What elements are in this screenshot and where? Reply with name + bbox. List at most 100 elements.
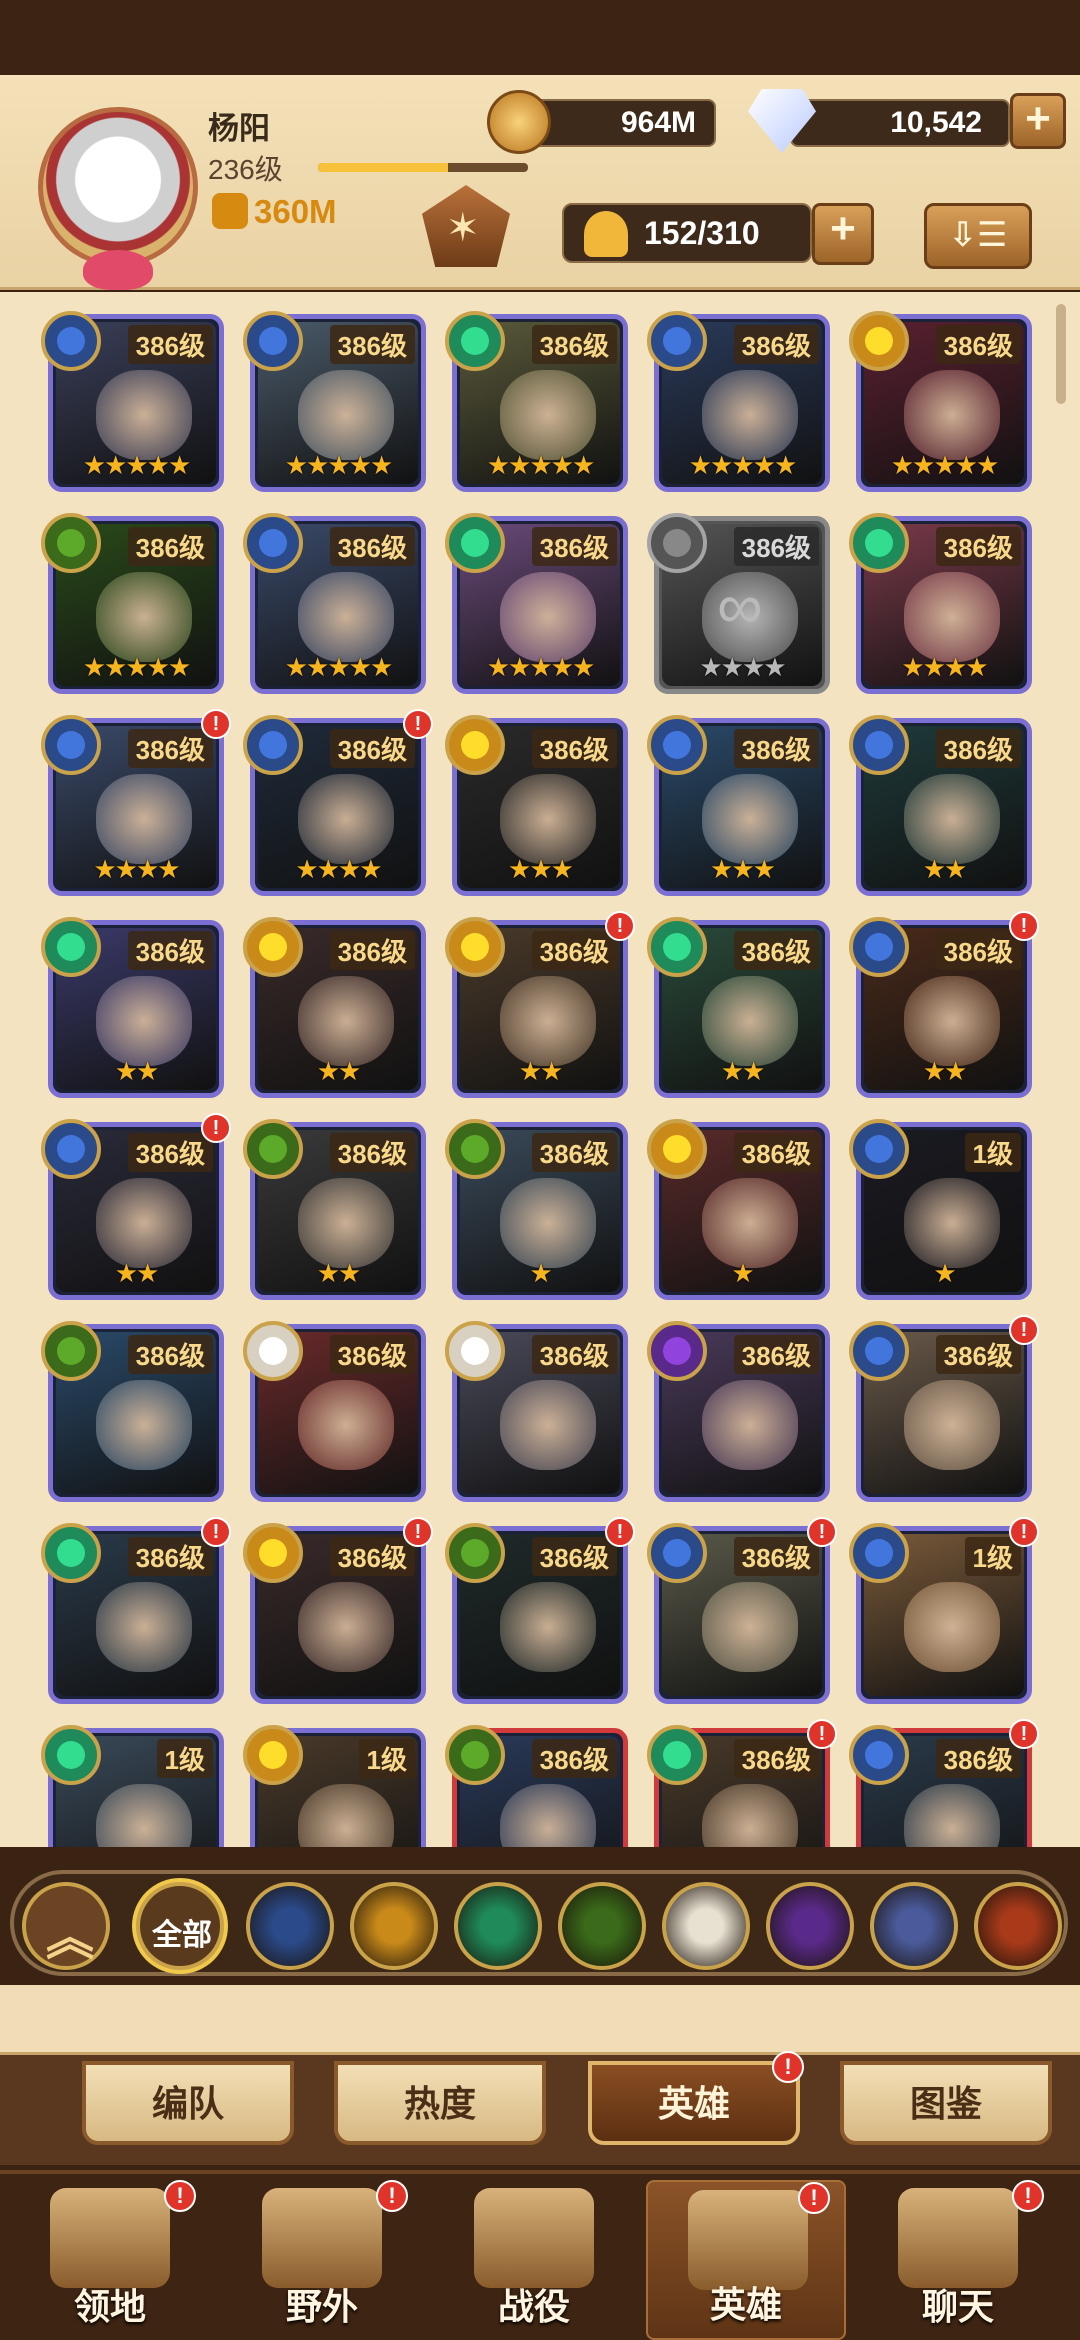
nav-item-0[interactable]: 领地! <box>10 2180 210 2340</box>
scrollbar[interactable] <box>1056 304 1066 404</box>
hero-stars: ★ <box>731 1258 754 1288</box>
hero-grid[interactable]: 386级 ★★★★★ 386级 ★★★★★ 386级 ★★★★★ 386级 ★★★★★ 386级… <box>0 292 1080 1847</box>
hero-card[interactable]: 386级 ★★★★! <box>243 709 433 896</box>
hero-card[interactable]: 386级 ★★ <box>243 917 426 1098</box>
hero-emblem-button[interactable]: ✶ <box>422 185 510 267</box>
combat-power: 360M <box>212 193 337 231</box>
hero-stars: ★★★★★ <box>688 450 798 480</box>
hero-card[interactable]: 386级 ★★★★★ <box>41 311 224 492</box>
subtab-2[interactable]: 英雄! <box>588 2051 804 2145</box>
hero-card[interactable]: 386级! <box>647 1719 837 1847</box>
hero-card[interactable]: 386级 ★★! <box>41 1113 231 1300</box>
hero-card[interactable]: 386级 ★★★★! <box>41 709 231 896</box>
hero-card[interactable]: 386级 ★★ <box>243 1119 426 1300</box>
hero-level: 386级 <box>733 527 819 566</box>
hero-card[interactable]: 1级! <box>849 1517 1039 1704</box>
hero-card[interactable]: 386级 ★★★★★ <box>647 311 830 492</box>
filter-dimensional-button[interactable] <box>870 1882 958 1970</box>
expand-slots-button[interactable]: + <box>812 203 874 265</box>
filter-mauler-button[interactable] <box>350 1882 438 1970</box>
hero-face <box>298 572 394 662</box>
hero-card[interactable]: ∞ 386级 ★★★★ <box>647 513 830 694</box>
hero-level: 386级 <box>935 1335 1021 1374</box>
hero-face <box>298 1380 394 1470</box>
hero-level: 386级 <box>329 527 415 566</box>
hero-level: 386级 <box>127 527 213 566</box>
hero-card[interactable]: 386级 ★★★★ <box>849 513 1032 694</box>
faction-icon <box>41 715 101 775</box>
hero-card[interactable]: 386级 ★★★ <box>445 715 628 896</box>
hero-level: 386级 <box>733 931 819 970</box>
hero-card[interactable]: 386级! <box>243 1517 433 1704</box>
player-header: 杨阳 236级 360M 964M 10,542 + ✶ 152/310 + ⇩… <box>0 75 1080 290</box>
gold-coin-icon <box>487 90 551 154</box>
subtab-0[interactable]: 编队 <box>82 2061 294 2145</box>
hero-card[interactable]: 386级 ★★★★★ <box>243 513 426 694</box>
player-name: 杨阳 <box>208 111 270 146</box>
hero-card[interactable]: 1级 <box>243 1725 426 1847</box>
filter-graveborn-button[interactable] <box>558 1882 646 1970</box>
hero-card[interactable]: 386级 ★★★★★ <box>445 311 628 492</box>
hero-card[interactable]: 386级 ★★★★★ <box>849 311 1032 492</box>
hero-card[interactable]: 386级 ★★ <box>647 917 830 1098</box>
hero-card[interactable]: 1级 ★ <box>849 1119 1032 1300</box>
hero-card[interactable]: 386级 ★★★★★ <box>243 311 426 492</box>
alert-badge: ! <box>201 709 231 739</box>
alert-badge: ! <box>807 1517 837 1547</box>
collapse-up-button[interactable]: ︽ <box>22 1882 110 1970</box>
hero-face <box>96 370 192 460</box>
add-gems-button[interactable]: + <box>1010 93 1066 149</box>
hero-card[interactable]: 386级! <box>849 1719 1039 1847</box>
hero-card[interactable]: 386级 ★★★★★ <box>445 513 628 694</box>
hero-card[interactable]: 386级 ★ <box>647 1119 830 1300</box>
filter-hypogean-button[interactable] <box>766 1882 854 1970</box>
hero-card[interactable]: 386级 ★★★ <box>647 715 830 896</box>
subtab-3[interactable]: 图鉴 <box>840 2061 1052 2145</box>
faction-icon <box>41 1725 101 1785</box>
hero-card[interactable]: 386级 <box>41 1321 224 1502</box>
subtab-label: 热度 <box>403 2083 476 2124</box>
hero-card[interactable]: 386级! <box>41 1517 231 1704</box>
faction-icon <box>445 715 505 775</box>
faction-icon <box>647 715 707 775</box>
nav-item-2[interactable]: 战役 <box>434 2180 634 2340</box>
hero-card[interactable]: 386级 <box>647 1321 830 1502</box>
hero-card[interactable]: 386级 ★★! <box>849 911 1039 1098</box>
hero-face <box>702 976 798 1066</box>
filter-wilder-button[interactable] <box>454 1882 542 1970</box>
hero-card[interactable]: 386级! <box>849 1315 1039 1502</box>
player-avatar[interactable] <box>38 107 198 290</box>
filter-draconis-button[interactable] <box>974 1882 1062 1970</box>
hero-card[interactable]: 386级 ★★★★★ <box>41 513 224 694</box>
hero-card[interactable]: 386级 <box>445 1725 628 1847</box>
filter-all-button[interactable]: 全部 <box>136 1882 224 1970</box>
hero-face <box>702 1582 798 1672</box>
hero-card[interactable]: 1级 <box>41 1725 224 1847</box>
hero-card[interactable]: 386级! <box>445 1517 635 1704</box>
filter-lightbearer-button[interactable] <box>246 1882 334 1970</box>
hero-card[interactable]: 386级 ★ <box>445 1119 628 1300</box>
hero-card[interactable]: 386级 ★★! <box>445 911 635 1098</box>
sort-button[interactable]: ⇩☰ <box>924 203 1032 269</box>
faction-icon <box>41 311 101 371</box>
hero-level: 386级 <box>329 1133 415 1172</box>
hero-stars: ★ <box>933 1258 956 1288</box>
nav-item-4[interactable]: 聊天! <box>858 2180 1058 2340</box>
nav-item-3[interactable]: 英雄! <box>646 2180 846 2340</box>
hero-card[interactable]: 386级! <box>647 1517 837 1704</box>
hero-card[interactable]: 386级 <box>445 1321 628 1502</box>
hero-card[interactable]: 386级 ★★ <box>849 715 1032 896</box>
hero-face <box>500 1178 596 1268</box>
faction-icon <box>243 1321 303 1381</box>
hero-card[interactable]: 386级 <box>243 1321 426 1502</box>
hero-level: 386级 <box>935 325 1021 364</box>
nav-item-1[interactable]: 野外! <box>222 2180 422 2340</box>
hero-face <box>500 1380 596 1470</box>
subtab-1[interactable]: 热度 <box>334 2061 546 2145</box>
avatar-frame-ornament <box>83 250 153 290</box>
hero-level: 386级 <box>127 1133 213 1172</box>
filter-celestial-button[interactable] <box>662 1882 750 1970</box>
hero-face <box>904 572 1000 662</box>
faction-icon <box>445 917 505 977</box>
hero-card[interactable]: 386级 ★★ <box>41 917 224 1098</box>
